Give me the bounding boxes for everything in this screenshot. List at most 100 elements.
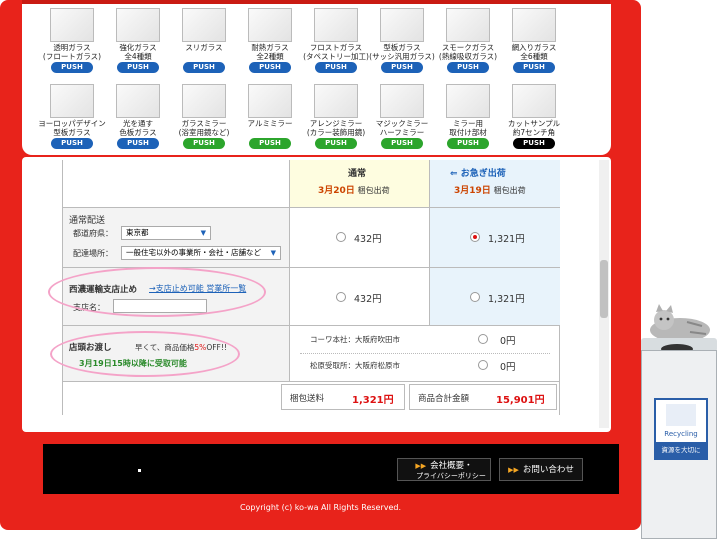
push-button[interactable]: PUSH xyxy=(381,62,423,73)
normal-header: 通常 3月20日 梱包出荷 xyxy=(289,160,429,208)
pack-value: 1,321円 xyxy=(352,395,394,406)
product-products_row1-2[interactable]: スリガラス PUSH xyxy=(170,8,238,78)
row1-normal-radio[interactable] xyxy=(336,232,346,242)
recycle-sign: Recycling 資源を大切に xyxy=(654,398,708,460)
row1-express-price: 1,321円 xyxy=(488,234,525,245)
chevron-down-icon: ▼ xyxy=(270,249,276,257)
pref-select[interactable]: 東京都 ▼ xyxy=(121,226,211,240)
push-button[interactable]: PUSH xyxy=(249,62,291,73)
product-products_row2-2[interactable]: ガラスミラー (浴室用鏡など) PUSH xyxy=(170,84,238,154)
product-products_row2-1[interactable]: 光を通す 色板ガラス PUSH xyxy=(104,84,172,154)
product-products_row1-3[interactable]: 耐熱ガラス 全2種類 PUSH xyxy=(236,8,304,78)
row2-normal-cell: 432円 xyxy=(289,268,429,326)
arrow-icon: ▶▶ xyxy=(415,462,427,470)
push-button[interactable]: PUSH xyxy=(183,62,225,73)
row2-express-cell: 1,321円 xyxy=(429,268,560,326)
product-label: 型板ガラス (サッシ汎用ガラス) xyxy=(369,43,435,61)
normal-date: 3月20日 xyxy=(318,186,355,196)
push-button[interactable]: PUSH xyxy=(51,138,93,149)
contact-button[interactable]: ▶▶ お問い合わせ xyxy=(499,458,583,481)
scrollbar[interactable] xyxy=(599,160,609,428)
push-button[interactable]: PUSH xyxy=(117,62,159,73)
store1-radio[interactable] xyxy=(478,334,488,344)
total-box: 商品合計金額 15,901円 xyxy=(409,384,557,410)
push-button[interactable]: PUSH xyxy=(315,62,357,73)
product-label: ガラスミラー (浴室用鏡など) xyxy=(178,119,230,137)
product-label: カットサンプル 約7センチ角 xyxy=(507,119,561,137)
product-products_row2-5[interactable]: マジックミラー ハーフミラー PUSH xyxy=(368,84,436,154)
product-thumbnail-icon xyxy=(116,84,160,118)
product-thumbnail-icon xyxy=(512,8,556,42)
product-label: 光を通す 色板ガラス xyxy=(119,119,157,137)
push-button[interactable]: PUSH xyxy=(183,138,225,149)
push-button[interactable]: PUSH xyxy=(249,138,291,149)
product-label: 網入りガラス 全6種類 xyxy=(511,43,557,61)
row-normal-delivery: 通常配送 都道府県： 東京都 ▼ 配達場所： 一般住宅以外の事業所・会社・店舗など… xyxy=(63,208,289,268)
product-label: アルミミラー xyxy=(247,119,293,128)
push-button[interactable]: PUSH xyxy=(513,138,555,149)
product-label: ヨーロッパデザイン 型板ガラス xyxy=(38,119,106,137)
pack-fee-box: 梱包送料 1,321円 xyxy=(281,384,405,410)
product-products_row1-4[interactable]: フロストガラス (タペストリー加工) PUSH xyxy=(302,8,370,78)
product-label: フロストガラス (タペストリー加工) xyxy=(303,43,369,61)
product-thumbnail-icon xyxy=(50,8,94,42)
row1-express-radio[interactable] xyxy=(470,232,480,242)
row1-normal-cell: 432円 xyxy=(289,208,429,268)
product-thumbnail-icon xyxy=(248,8,292,42)
place-label: 配達場所： xyxy=(73,249,113,258)
product-thumbnail-icon xyxy=(116,8,160,42)
product-thumbnail-icon xyxy=(380,84,424,118)
row2-normal-radio[interactable] xyxy=(336,292,346,302)
product-products_row2-7[interactable]: カットサンプル 約7センチ角 PUSH xyxy=(500,84,568,154)
express-date-suffix: 梱包出荷 xyxy=(493,186,526,195)
product-thumbnail-icon xyxy=(314,8,358,42)
chevron-down-icon: ▼ xyxy=(200,229,206,237)
product-products_row1-0[interactable]: 透明ガラス (フロートガラス) PUSH xyxy=(38,8,106,78)
normal-title: 通常 xyxy=(348,169,367,179)
product-products_row1-6[interactable]: スモークガラス (熱線吸収ガラス) PUSH xyxy=(434,8,502,78)
product-thumbnail-icon xyxy=(380,8,424,42)
product-thumbnail-icon xyxy=(248,84,292,118)
push-button[interactable]: PUSH xyxy=(315,138,357,149)
express-header: ⇐ お急ぎ出荷 3月19日 梱包出荷 xyxy=(429,160,560,208)
pref-label: 都道府県： xyxy=(73,229,113,238)
push-button[interactable]: PUSH xyxy=(513,62,555,73)
store2-price: 0円 xyxy=(500,362,516,373)
product-label: アレンジミラー (カラー装飾用鏡) xyxy=(306,119,366,137)
store1-price: 0円 xyxy=(500,336,516,347)
express-date: 3月19日 xyxy=(454,186,491,196)
push-button[interactable]: PUSH xyxy=(51,62,93,73)
express-arrow-icon: ⇐ xyxy=(450,169,458,179)
express-title: ⇐ お急ぎ出荷 xyxy=(450,169,506,179)
row2-express-radio[interactable] xyxy=(470,292,480,302)
company-info-button[interactable]: ▶▶ 会社概要・ プライバシーポリシー xyxy=(397,458,491,481)
product-products_row2-3[interactable]: アルミミラー PUSH xyxy=(236,84,304,154)
highlight-ellipse-store xyxy=(50,331,240,377)
product-products_row2-0[interactable]: ヨーロッパデザイン 型板ガラス PUSH xyxy=(38,84,106,154)
product-products_row1-1[interactable]: 強化ガラス 全4種類 PUSH xyxy=(104,8,172,78)
product-label: 耐熱ガラス 全2種類 xyxy=(251,43,289,61)
product-thumbnail-icon xyxy=(50,84,94,118)
footer-bar: ▶▶ 会社概要・ プライバシーポリシー ▶▶ お問い合わせ xyxy=(43,444,619,494)
product-thumbnail-icon xyxy=(446,8,490,42)
store2-radio[interactable] xyxy=(478,360,488,370)
row1-express-cell: 1,321円 xyxy=(429,208,560,268)
row1-title: 通常配送 xyxy=(69,216,106,226)
total-value: 15,901円 xyxy=(496,395,545,406)
place-select[interactable]: 一般住宅以外の事業所・会社・店舗など ▼ xyxy=(121,246,281,260)
store2-label: 松原受取所：大阪府松原市 xyxy=(310,361,400,370)
total-label: 商品合計金額 xyxy=(418,394,470,404)
product-label: 透明ガラス (フロートガラス) xyxy=(42,43,102,61)
highlight-ellipse-branch xyxy=(48,267,266,317)
push-button[interactable]: PUSH xyxy=(447,62,489,73)
product-products_row1-5[interactable]: 型板ガラス (サッシ汎用ガラス) PUSH xyxy=(368,8,436,78)
push-button[interactable]: PUSH xyxy=(381,138,423,149)
product-products_row1-7[interactable]: 網入りガラス 全6種類 PUSH xyxy=(500,8,568,78)
product-thumbnail-icon xyxy=(314,84,358,118)
product-products_row2-4[interactable]: アレンジミラー (カラー装飾用鏡) PUSH xyxy=(302,84,370,154)
scrollbar-thumb[interactable] xyxy=(600,260,608,318)
push-button[interactable]: PUSH xyxy=(447,138,489,149)
product-products_row2-6[interactable]: ミラー用 取付け部材 PUSH xyxy=(434,84,502,154)
copyright: Copyright (c) ko-wa All Rights Reserved. xyxy=(239,503,402,512)
push-button[interactable]: PUSH xyxy=(117,138,159,149)
